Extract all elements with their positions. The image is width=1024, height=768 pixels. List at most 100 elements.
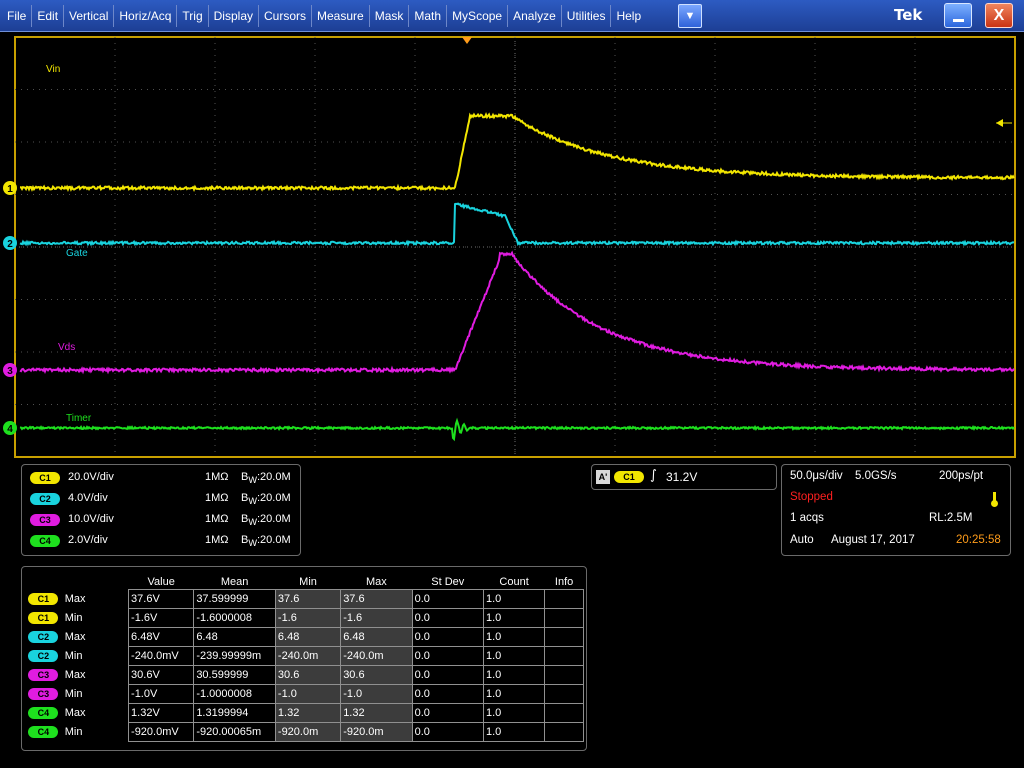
vertical-row-c4[interactable]: C4 2.0V/div 1MΩ BW:20.0M [28,532,308,550]
menu-list: File Edit Vertical Horiz/Acq Trig Display Curs… [2,0,646,32]
trigger-status-icon [991,492,997,508]
input-impedance: 1MΩ [205,471,229,483]
date: August 17, 2017 [831,534,915,546]
cell-mean: -920.00065m [194,723,276,742]
channel-badge: C3 [28,688,58,700]
bandwidth-limit: BW:20.0M [241,534,291,548]
cell-max: -240.0m [341,647,412,666]
vertical-row-c2[interactable]: C2 4.0V/div 1MΩ BW:20.0M [28,490,308,508]
cell-count: 1.0 [483,647,544,666]
header-min: Min [275,574,340,590]
channel-4-marker-label: 4 [7,424,13,435]
bandwidth-sub: W [248,475,257,485]
cell-st-dev: 0.0 [412,628,483,647]
cell-value: 1.32V [129,704,194,723]
menu-dropdown-button[interactable]: ▼ [678,4,702,28]
measurement-row[interactable]: C3 Min -1.0V -1.0000008 -1.0 -1.0 0.0 1.0 [24,685,584,704]
minimize-button[interactable] [944,3,972,28]
channel-2-marker[interactable]: 2 [3,236,17,250]
cell-count: 1.0 [483,609,544,628]
measurement-row[interactable]: C4 Min -920.0mV -920.00065m -920.0m -920.0m 0.… [24,723,584,742]
menu-edit[interactable]: Edit [32,5,64,27]
channel-2-marker-label: 2 [7,239,13,250]
bandwidth-value: :20.0M [257,534,291,546]
cell-mean: -239.99999m [194,647,276,666]
measurement-row[interactable]: C1 Min -1.6V -1.6000008 -1.6 -1.6 0.0 1.0 [24,609,584,628]
menu-math[interactable]: Math [409,5,447,27]
menu-display[interactable]: Display [209,5,259,27]
vertical-row-c3[interactable]: C3 10.0V/div 1MΩ BW:20.0M [28,511,308,529]
trigger-mode-badge: A' [596,470,610,484]
cell-info [545,628,584,647]
cell-count: 1.0 [483,685,544,704]
measurement-row[interactable]: C1 Max 37.6V 37.599999 37.6 37.6 0.0 1.0 [24,590,584,609]
cell-count: 1.0 [483,628,544,647]
trigger-panel[interactable]: A' C1 ∫ 31.2V [591,464,777,490]
header-max: Max [341,574,412,590]
menu-trig[interactable]: Trig [177,5,208,27]
cell-mean: -1.6000008 [194,609,276,628]
cell-st-dev: 0.0 [412,590,483,609]
sample-rate: 5.0GS/s [855,470,897,482]
menu-help[interactable]: Help [611,5,646,27]
record-length: RL:2.5M [929,512,972,524]
waveform-display[interactable]: 1 2 3 4 Vin Gate Vds Timer [0,32,1024,462]
vertical-row-c1[interactable]: C1 20.0V/div 1MΩ BW:20.0M [28,469,308,487]
cell-value: 37.6V [129,590,194,609]
cell-min: -1.0 [275,685,340,704]
cell-info [545,704,584,723]
channel-1-marker[interactable]: 1 [3,181,17,195]
menu-vertical[interactable]: Vertical [64,5,114,27]
header-value: Value [129,574,194,590]
cell-min: 1.32 [275,704,340,723]
cell-value: 6.48V [129,628,194,647]
channel-4-marker[interactable]: 4 [3,421,17,435]
measurement-type: Min [63,647,129,666]
horizontal-acquisition-panel[interactable]: 50.0μs/div 5.0GS/s 200ps/pt Stopped 1 ac… [781,464,1011,556]
cell-max: 1.32 [341,704,412,723]
header-mean: Mean [194,574,276,590]
cell-value: -1.0V [129,685,194,704]
brand-logo: Tek [894,6,922,24]
channel-4-trace [20,421,1014,439]
menu-file[interactable]: File [2,5,32,27]
cell-mean: 37.599999 [194,590,276,609]
measurement-type: Max [63,704,129,723]
measurement-type: Min [63,609,129,628]
measurement-row[interactable]: C2 Min -240.0mV -239.99999m -240.0m -240.0m 0.… [24,647,584,666]
menu-horiz-acq[interactable]: Horiz/Acq [114,5,177,27]
cell-min: -1.6 [275,609,340,628]
cell-info [545,685,584,704]
volts-per-div: 2.0V/div [68,534,108,546]
menu-myscope[interactable]: MyScope [447,5,508,27]
trigger-position-marker [462,37,472,44]
menu-utilities[interactable]: Utilities [562,5,612,27]
close-button[interactable]: X [985,3,1013,28]
cell-info [545,647,584,666]
measurement-row[interactable]: C4 Max 1.32V 1.3199994 1.32 1.32 0.0 1.0 [24,704,584,723]
cell-mean: 6.48 [194,628,276,647]
cell-count: 1.0 [483,666,544,685]
measurement-row[interactable]: C2 Max 6.48V 6.48 6.48 6.48 0.0 1.0 [24,628,584,647]
acquisition-count: 1 acqs [790,512,824,524]
cell-max: -920.0m [341,723,412,742]
channel-3-marker[interactable]: 3 [3,363,17,377]
cell-mean: -1.0000008 [194,685,276,704]
cell-count: 1.0 [483,590,544,609]
cell-info [545,590,584,609]
menu-analyze[interactable]: Analyze [508,5,562,27]
input-impedance: 1MΩ [205,492,229,504]
cell-st-dev: 0.0 [412,609,483,628]
channel-badge: C3 [30,514,60,526]
menu-mask[interactable]: Mask [370,5,410,27]
channel-2-label: Gate [66,248,88,259]
bandwidth-limit: BW:20.0M [241,513,291,527]
volts-per-div: 10.0V/div [68,513,114,525]
graticule: 1 2 3 4 [0,32,1024,462]
trigger-source-badge: C1 [614,471,644,483]
measurement-row[interactable]: C3 Max 30.6V 30.599999 30.6 30.6 0.0 1.0 [24,666,584,685]
bandwidth-sub: W [248,517,257,527]
menu-cursors[interactable]: Cursors [259,5,312,27]
menu-measure[interactable]: Measure [312,5,370,27]
cell-info [545,723,584,742]
